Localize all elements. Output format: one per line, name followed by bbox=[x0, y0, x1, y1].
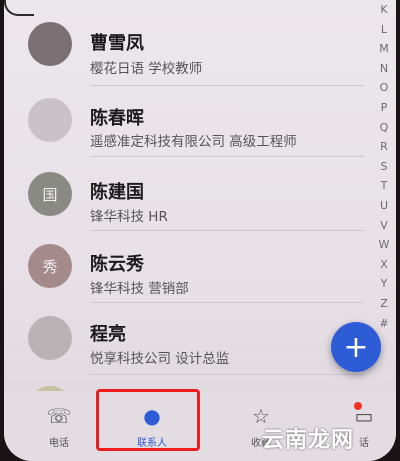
contact-name: 陈云秀 bbox=[90, 254, 144, 275]
index-letter[interactable]: X bbox=[380, 255, 388, 275]
index-letter[interactable]: P bbox=[381, 98, 388, 118]
contact-list: 曹雪凤 樱花日语 学校教师 陈春晖 遥感准定科技有限公司 高级工程师 国 陈建国… bbox=[4, 12, 364, 430]
alphabet-index[interactable]: K L M N O P Q R S T U V W X Y Z # bbox=[376, 0, 392, 333]
index-letter[interactable]: Y bbox=[381, 274, 388, 294]
phone-screen: 曹雪凤 樱花日语 学校教师 陈春晖 遥感准定科技有限公司 高级工程师 国 陈建国… bbox=[4, 0, 396, 461]
divider bbox=[90, 302, 364, 303]
contact-row[interactable]: 曹雪凤 樱花日语 学校教师 bbox=[4, 12, 364, 86]
contact-subtitle: 锋华科技 营销部 bbox=[90, 281, 189, 297]
contact-name: 程亮 bbox=[90, 324, 126, 345]
contact-subtitle: 遥感准定科技有限公司 高级工程师 bbox=[90, 134, 297, 150]
contact-name: 陈建国 bbox=[90, 182, 144, 203]
index-letter[interactable]: R bbox=[380, 137, 388, 157]
index-letter[interactable]: # bbox=[379, 314, 388, 334]
index-letter[interactable]: M bbox=[379, 39, 389, 59]
avatar: 秀 bbox=[28, 244, 72, 288]
divider bbox=[90, 156, 364, 157]
add-contact-button[interactable]: + bbox=[331, 322, 381, 372]
notification-dot bbox=[354, 402, 362, 410]
contact-row[interactable]: 程亮 悦享科技公司 设计总监 bbox=[4, 304, 364, 375]
divider bbox=[90, 85, 364, 86]
contact-subtitle: 樱花日语 学校教师 bbox=[90, 61, 203, 77]
index-letter[interactable]: L bbox=[381, 20, 387, 40]
highlight-box bbox=[96, 389, 200, 451]
index-letter[interactable]: T bbox=[381, 176, 388, 196]
avatar bbox=[28, 22, 72, 66]
index-letter[interactable]: O bbox=[380, 78, 389, 98]
index-letter[interactable]: S bbox=[381, 157, 388, 177]
watermark: 云南龙网 bbox=[262, 428, 355, 453]
tab-label: 电话 bbox=[49, 437, 69, 449]
tab-label: 话 bbox=[359, 437, 369, 449]
index-letter[interactable]: Q bbox=[380, 118, 389, 138]
index-letter[interactable]: N bbox=[380, 59, 388, 79]
contact-name: 曹雪凤 bbox=[90, 33, 144, 54]
phone-icon: ☏ bbox=[46, 403, 72, 428]
index-letter[interactable]: V bbox=[380, 216, 388, 236]
divider bbox=[90, 374, 364, 375]
avatar bbox=[28, 316, 72, 360]
contact-row[interactable]: 秀 陈云秀 锋华科技 营销部 bbox=[4, 232, 364, 303]
divider bbox=[90, 230, 364, 231]
plus-icon: + bbox=[343, 329, 369, 365]
contact-subtitle: 悦享科技公司 设计总监 bbox=[90, 351, 230, 367]
contact-row[interactable]: 陈春晖 遥感准定科技有限公司 高级工程师 bbox=[4, 88, 364, 157]
avatar: 国 bbox=[28, 172, 72, 216]
index-letter[interactable]: U bbox=[380, 196, 388, 216]
contact-subtitle: 锋华科技 HR bbox=[90, 209, 168, 225]
tab-phone[interactable]: ☏ 电话 bbox=[34, 391, 84, 461]
avatar bbox=[28, 98, 72, 142]
index-letter[interactable]: K bbox=[380, 0, 387, 20]
index-letter[interactable]: W bbox=[379, 235, 390, 255]
contact-row[interactable]: 国 陈建国 锋华科技 HR bbox=[4, 160, 364, 231]
index-letter[interactable]: Z bbox=[380, 294, 388, 314]
contact-name: 陈春晖 bbox=[90, 108, 144, 129]
